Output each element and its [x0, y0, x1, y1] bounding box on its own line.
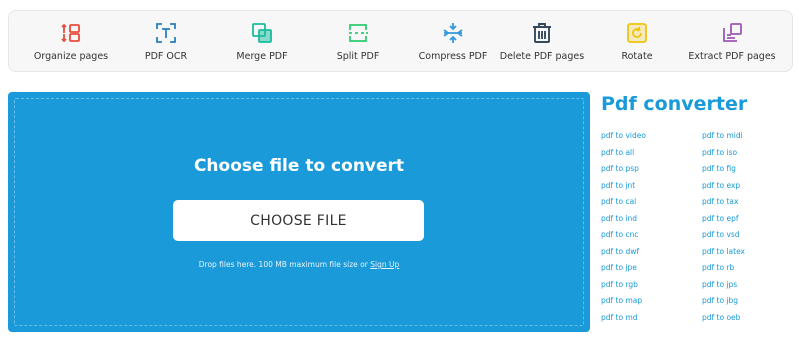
tool-merge-pdf[interactable]: Merge PDF: [212, 11, 312, 73]
converter-link[interactable]: pdf to jbg: [702, 296, 792, 313]
trash-icon: [531, 22, 553, 44]
organize-pages-icon: [60, 22, 82, 44]
split-icon: [347, 22, 369, 44]
converter-link[interactable]: pdf to jnt: [601, 181, 691, 198]
converter-link[interactable]: pdf to jps: [702, 280, 792, 297]
converter-link[interactable]: pdf to map: [601, 296, 691, 313]
converter-link[interactable]: pdf to md: [601, 313, 691, 330]
tool-organize-pages[interactable]: Organize pages: [21, 11, 121, 73]
converter-link[interactable]: pdf to jpe: [601, 263, 691, 280]
choose-file-button[interactable]: CHOOSE FILE: [173, 200, 424, 241]
converter-link[interactable]: pdf to oeb: [702, 313, 792, 330]
tools-toolbar: Organize pages PDF OCR Merge PDF Split P…: [8, 10, 793, 72]
ocr-icon: [155, 22, 177, 44]
converter-link[interactable]: pdf to vsd: [702, 230, 792, 247]
converter-link[interactable]: pdf to psp: [601, 164, 691, 181]
extract-icon: [721, 22, 743, 44]
upload-dropzone[interactable]: Choose file to convert CHOOSE FILE Drop …: [8, 92, 590, 332]
converter-link[interactable]: pdf to all: [601, 148, 691, 165]
tool-extract-pdf-pages[interactable]: Extract PDF pages: [682, 11, 782, 73]
tool-delete-pdf-pages[interactable]: Delete PDF pages: [492, 11, 592, 73]
converter-link[interactable]: pdf to cnc: [601, 230, 691, 247]
merge-icon: [251, 22, 273, 44]
converter-title: Pdf converter: [601, 93, 748, 115]
tool-compress-pdf[interactable]: Compress PDF: [403, 11, 503, 73]
upload-hint-text: Drop files here. 100 MB maximum file siz…: [198, 260, 368, 269]
converter-link[interactable]: pdf to tax: [702, 197, 792, 214]
converter-link[interactable]: pdf to ind: [601, 214, 691, 231]
converter-links-left: pdf to video pdf to all pdf to psp pdf to j…: [601, 131, 691, 329]
tool-rotate[interactable]: Rotate: [587, 11, 687, 73]
converter-link[interactable]: pdf to video: [601, 131, 691, 148]
converter-link[interactable]: pdf to dwf: [601, 247, 691, 264]
converter-link[interactable]: pdf to epf: [702, 214, 792, 231]
sign-up-link[interactable]: Sign Up: [370, 260, 399, 269]
converter-link[interactable]: pdf to midi: [702, 131, 792, 148]
converter-link[interactable]: pdf to fig: [702, 164, 792, 181]
upload-heading: Choose file to convert: [193, 156, 405, 176]
converter-link[interactable]: pdf to rb: [702, 263, 792, 280]
compress-icon: [442, 22, 464, 44]
converter-link[interactable]: pdf to iso: [702, 148, 792, 165]
rotate-icon: [626, 22, 648, 44]
upload-hint: Drop files here. 100 MB maximum file siz…: [8, 260, 590, 269]
converter-link[interactable]: pdf to latex: [702, 247, 792, 264]
converter-link[interactable]: pdf to rgb: [601, 280, 691, 297]
tool-pdf-ocr[interactable]: PDF OCR: [116, 11, 216, 73]
converter-link[interactable]: pdf to cal: [601, 197, 691, 214]
converter-links-right: pdf to midi pdf to iso pdf to fig pdf to ex…: [702, 131, 792, 329]
tool-extract-pdf-pages-label: Extract PDF pages: [688, 51, 776, 62]
tool-split-pdf[interactable]: Split PDF: [308, 11, 408, 73]
converter-link[interactable]: pdf to exp: [702, 181, 792, 198]
